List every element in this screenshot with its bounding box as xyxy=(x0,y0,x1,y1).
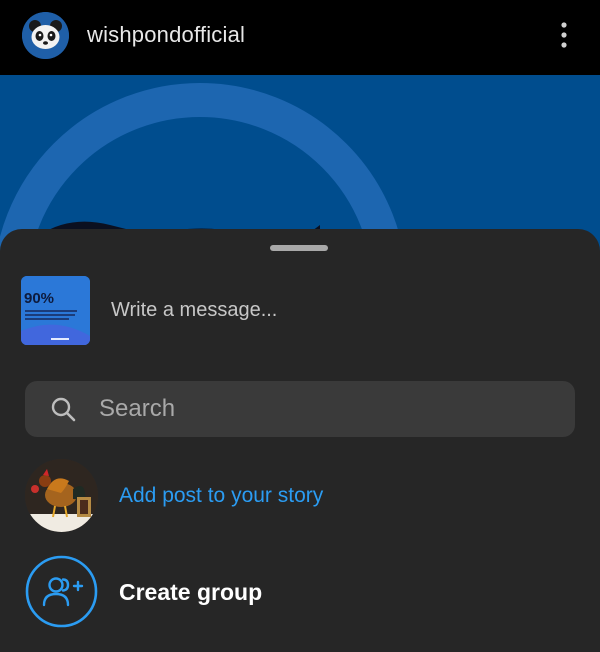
drag-handle[interactable] xyxy=(270,245,328,251)
create-group-label[interactable]: Create group xyxy=(119,579,262,606)
search-icon xyxy=(50,396,76,422)
top-bar: wishpondofficial xyxy=(0,0,600,75)
share-sheet: 90% Write a message... Search Add post t… xyxy=(0,229,600,652)
more-vertical-icon xyxy=(561,22,567,48)
post-thumbnail: 90% xyxy=(21,276,90,345)
add-to-story-row[interactable]: Add post to your story xyxy=(0,459,600,535)
search-bar[interactable] xyxy=(25,381,575,437)
message-input[interactable]: Write a message... xyxy=(111,299,277,322)
panda-icon xyxy=(22,12,69,59)
search-input[interactable] xyxy=(99,395,539,423)
account-username[interactable]: wishpondofficial xyxy=(87,22,245,48)
create-group-row[interactable]: Create group xyxy=(0,555,600,631)
more-options-button[interactable] xyxy=(552,18,576,54)
thumbnail-graphic xyxy=(21,276,90,345)
story-avatar xyxy=(25,459,98,532)
profile-avatar[interactable] xyxy=(22,12,69,59)
thumbnail-percent-text: 90% xyxy=(24,290,55,307)
add-post-to-story-label[interactable]: Add post to your story xyxy=(119,484,323,508)
add-group-icon xyxy=(25,555,98,628)
